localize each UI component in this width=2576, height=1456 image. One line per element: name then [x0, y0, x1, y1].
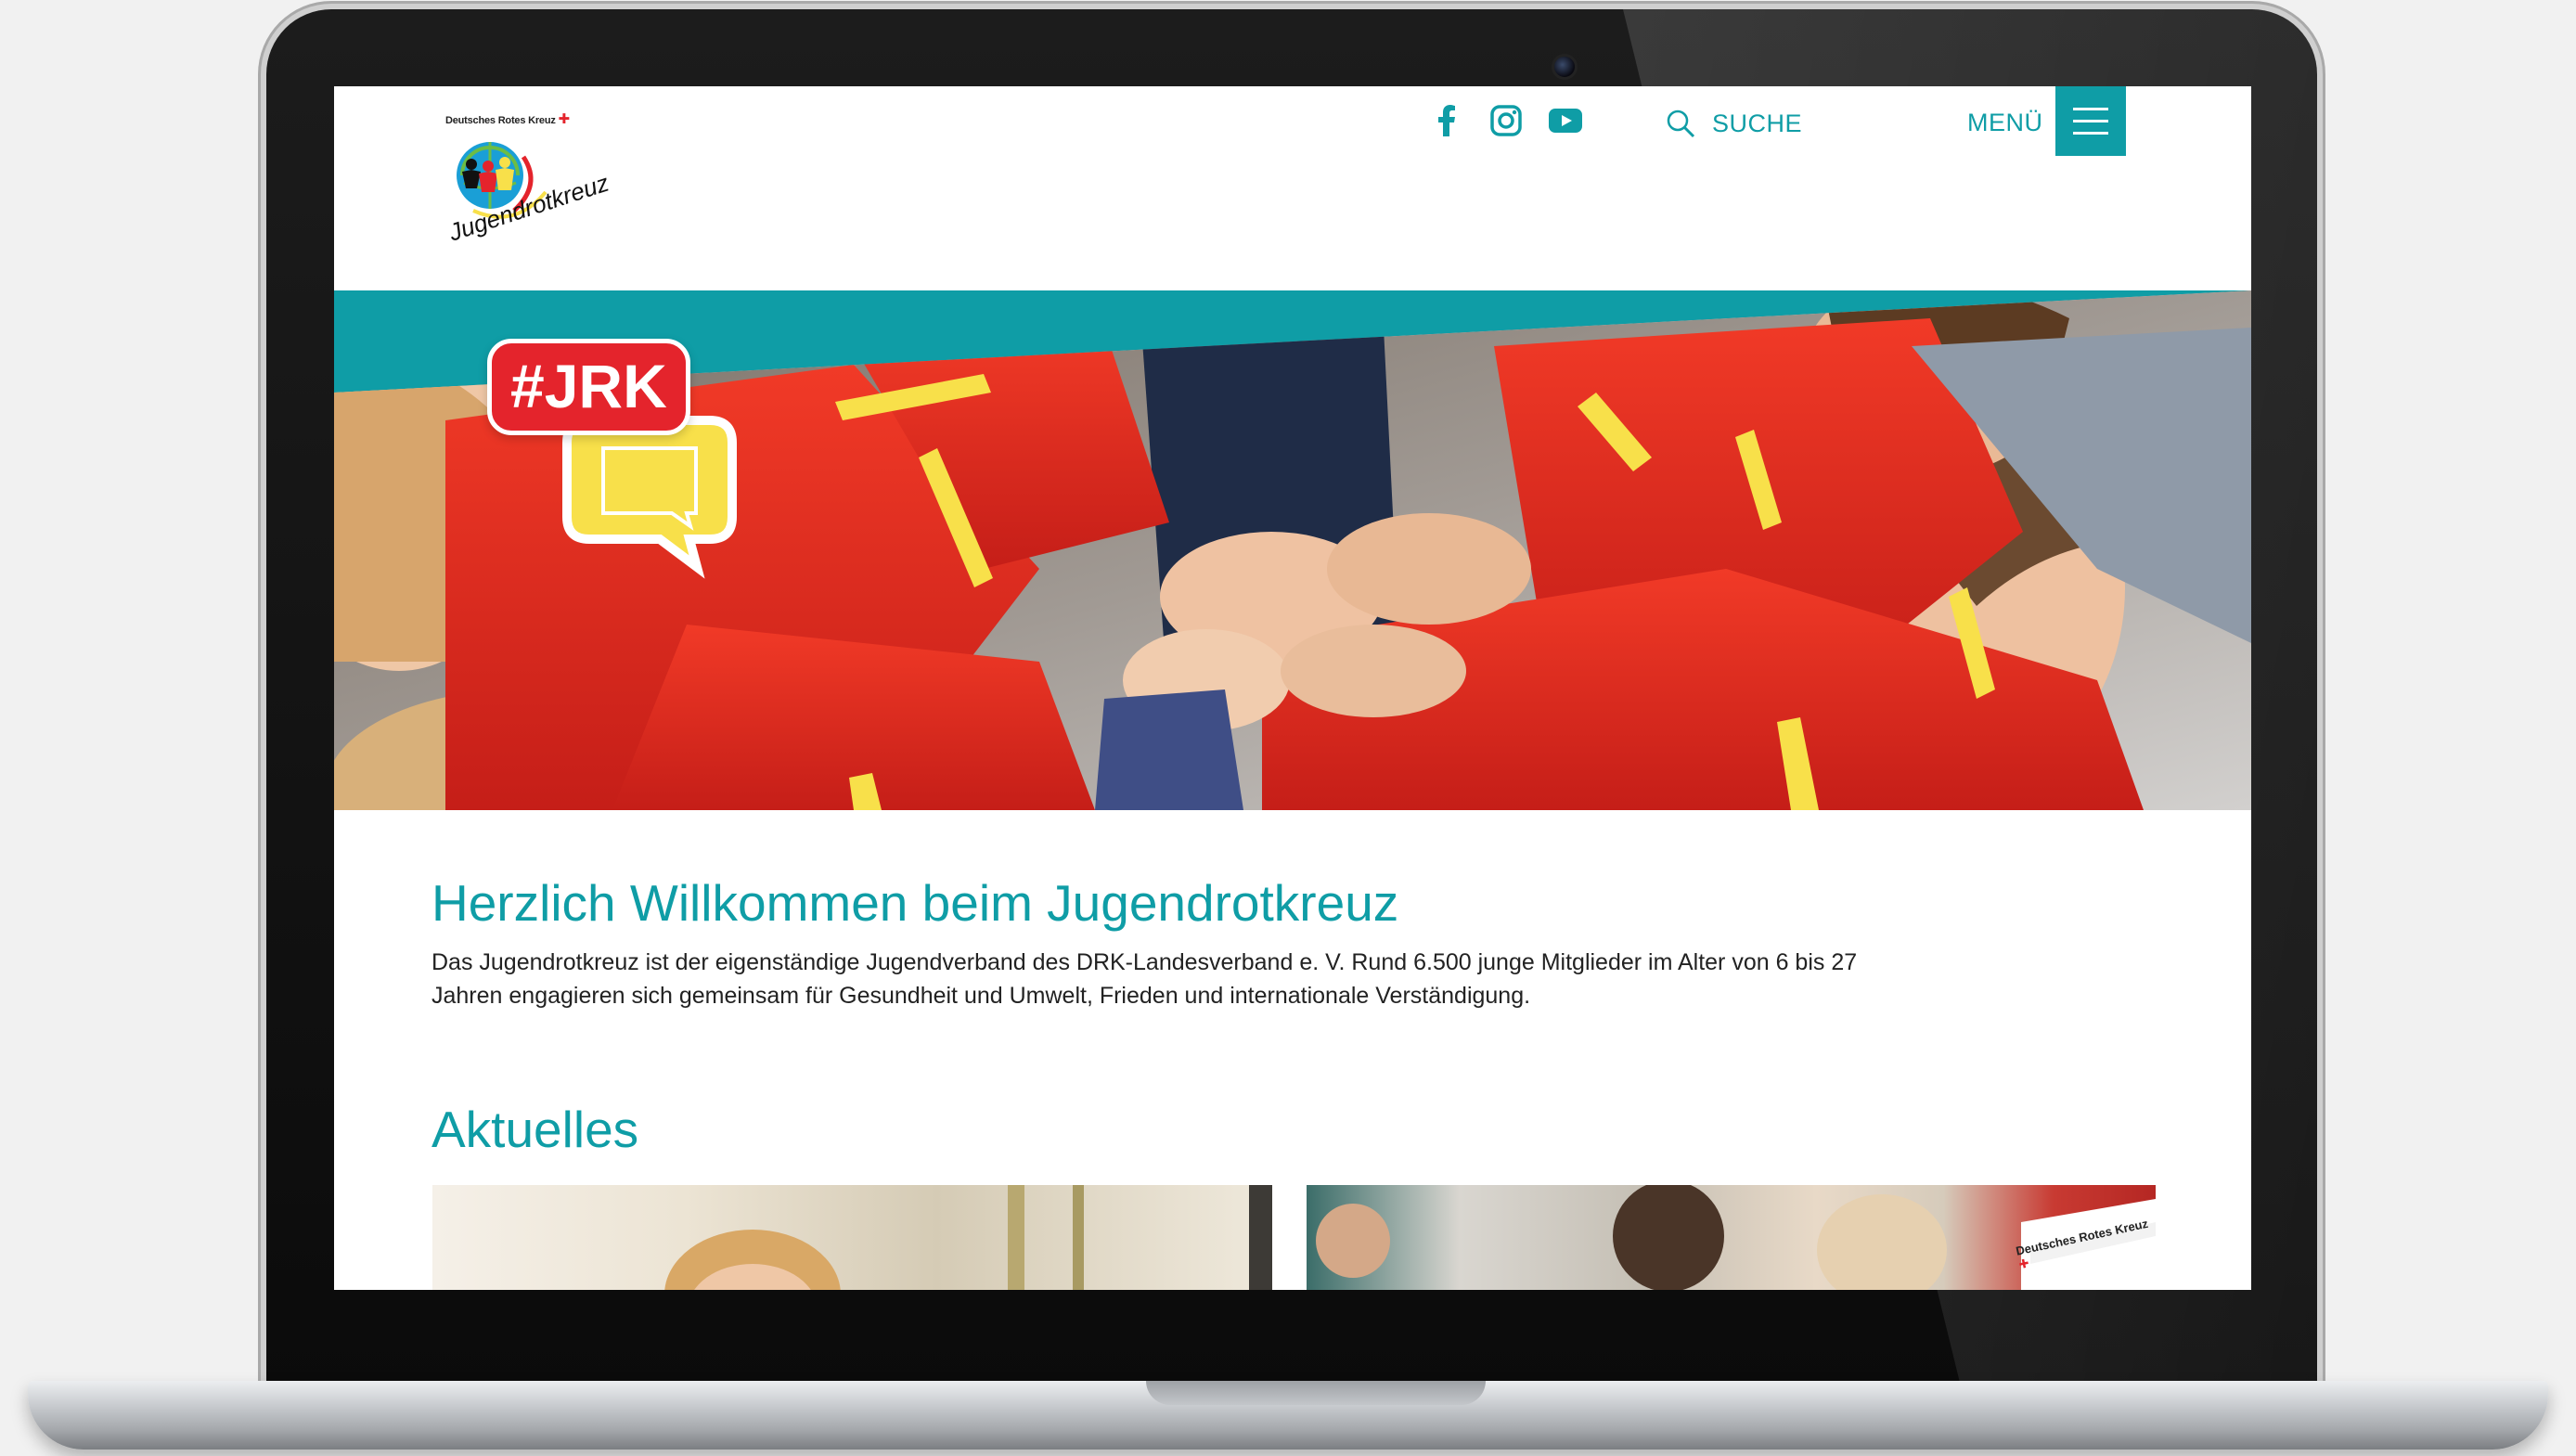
intro-line-2: Jahren engagieren sich gemeinsam für Ges… [431, 983, 1531, 1009]
instagram-icon [1490, 105, 1522, 136]
search-icon [1667, 110, 1695, 138]
search-button[interactable]: SUCHE [1666, 103, 1802, 144]
news-card-2[interactable]: Deutsches Rotes Kreuz ✚ [1307, 1185, 2156, 1290]
webcam [1552, 54, 1578, 80]
laptop-notch [1146, 1381, 1486, 1405]
news-heading: Aktuelles [431, 1101, 639, 1158]
jrk-hashtag-badge: #JRK [487, 339, 690, 435]
logo-caption-text: Deutsches Rotes Kreuz [445, 115, 556, 126]
search-label: SUCHE [1712, 109, 1803, 137]
intro-paragraph: Das Jugendrotkreuz ist der eigenständige… [431, 946, 2028, 1012]
welcome-heading: Herzlich Willkommen beim Jugendrotkreuz [431, 874, 1399, 932]
youtube-link[interactable] [1544, 99, 1587, 142]
red-cross-icon: ✚ [2017, 1256, 2030, 1272]
logo-caption: Deutsches Rotes Kreuz ✚ [445, 110, 585, 127]
menu-label[interactable]: MENÜ [1967, 109, 2043, 137]
news-card-2-photo [1316, 1185, 2156, 1290]
laptop-base [28, 1381, 2548, 1450]
hamburger-line [2073, 120, 2108, 122]
intro-line-1: Das Jugendrotkreuz ist der eigenständige… [431, 949, 1858, 975]
facebook-icon [1438, 105, 1455, 136]
instagram-link[interactable] [1485, 99, 1527, 142]
hamburger-menu-button[interactable] [2055, 86, 2126, 156]
hamburger-line [2073, 132, 2108, 135]
youtube-icon [1549, 109, 1582, 133]
red-cross-icon: ✚ [558, 111, 571, 127]
facebook-link[interactable] [1425, 99, 1468, 142]
news-card-1-photo [664, 1185, 1272, 1290]
hamburger-line [2073, 108, 2108, 110]
jrk-logo[interactable]: Deutsches Rotes Kreuz ✚ Jugendrotkreuz [445, 110, 612, 251]
news-card-1[interactable] [432, 1185, 1272, 1290]
browser-viewport: Deutsches Rotes Kreuz ✚ Jugendrotkreuz S… [334, 86, 2251, 1290]
hero-banner: #JRK [334, 290, 2251, 810]
